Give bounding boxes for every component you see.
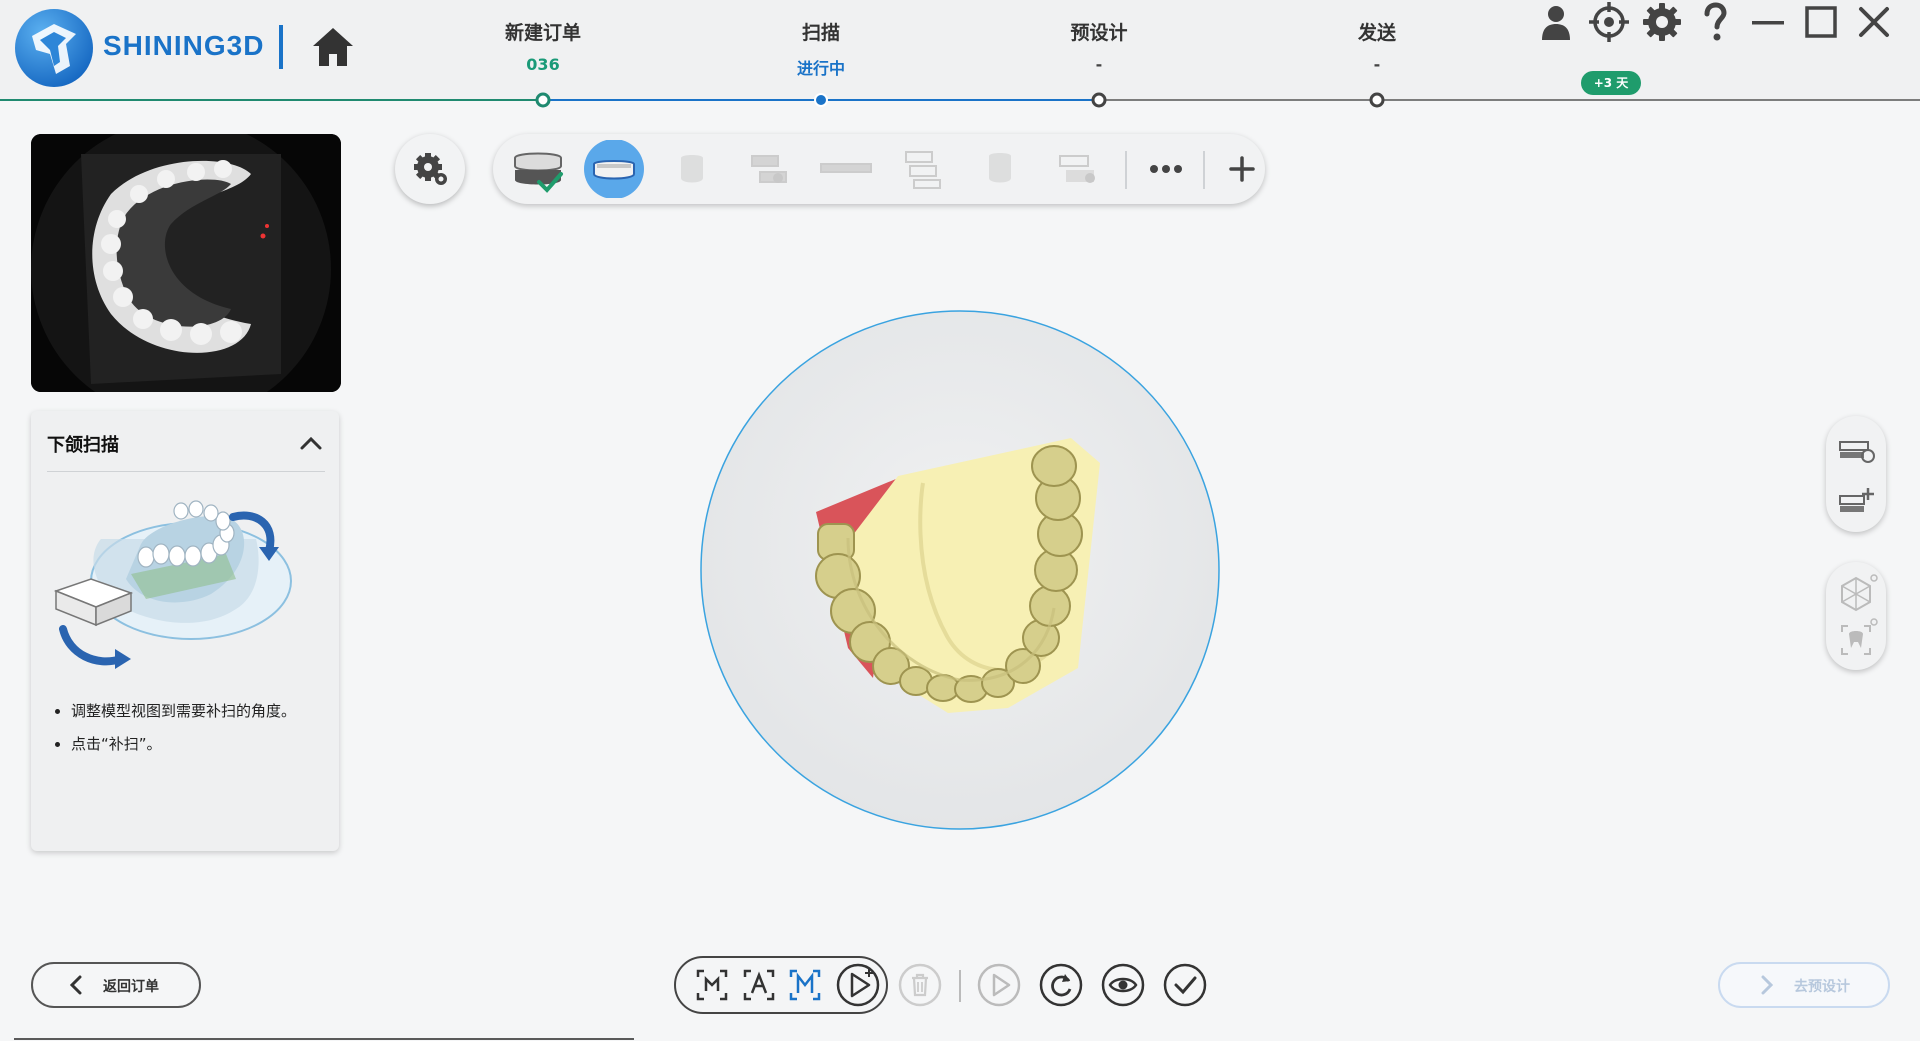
user-icon[interactable]: [1534, 0, 1578, 44]
step-predesign[interactable]: 预设计 -: [1019, 18, 1179, 74]
step-dot-pending: [1369, 92, 1385, 108]
step-label: 发送: [1357, 22, 1396, 44]
step-scan[interactable]: 扫描 进行中: [741, 18, 901, 79]
refresh-icon[interactable]: [1039, 963, 1083, 1007]
step-dot-active: [814, 93, 828, 107]
toolbar-divider: [1203, 151, 1205, 189]
chevron-up-icon[interactable]: [297, 429, 325, 457]
mesh-view-icon[interactable]: [1834, 572, 1878, 616]
chevron-right-icon: [1761, 975, 1774, 995]
step-label: 预设计: [1070, 22, 1128, 44]
camera-preview: [31, 134, 341, 392]
die-icon[interactable]: [969, 140, 1031, 198]
target-icon[interactable]: [1587, 0, 1631, 44]
home-icon[interactable]: [310, 24, 356, 70]
scan-rotation-illustration: [53, 500, 292, 669]
help-icon[interactable]: [1693, 0, 1737, 44]
step-order-number: 036: [526, 55, 560, 74]
shining3d-logo: [15, 9, 93, 87]
step-send[interactable]: 发送 -: [1297, 18, 1457, 74]
view-tools-group: [1826, 416, 1886, 532]
auto-a-mode-icon[interactable]: [737, 963, 781, 1007]
maximize-icon[interactable]: [1799, 0, 1843, 44]
workflow-progress: [0, 92, 1920, 108]
instruction-title: 下颌扫描: [47, 435, 119, 456]
brand-name: SHINING3D: [103, 30, 265, 61]
instruction-item: 点击“补扫”。: [71, 728, 361, 761]
start-scan-icon[interactable]: [836, 963, 880, 1007]
scan-settings-button[interactable]: [395, 134, 465, 204]
trim-tool-icon[interactable]: [1834, 428, 1878, 472]
step-label: 扫描: [801, 22, 840, 44]
step-status: -: [1373, 55, 1381, 74]
scan-type-toolbar: [493, 134, 1265, 204]
chevron-left-icon: [69, 975, 82, 995]
camera-preview-image: [31, 134, 341, 392]
add-icon[interactable]: [1211, 140, 1273, 198]
bite-alt-icon[interactable]: [892, 140, 954, 198]
eye-icon[interactable]: [1101, 963, 1145, 1007]
upper-jaw-done-icon[interactable]: [507, 140, 569, 198]
bottom-divider: [959, 970, 961, 1002]
next-button-label: 去预设计: [1794, 979, 1850, 995]
auto-mode-icon[interactable]: [690, 963, 734, 1007]
analysis-tools-group: [1826, 562, 1886, 670]
header-bar: SHINING3D 新建订单 036 扫描 进行中 预设计 - 发送 - +3 …: [0, 0, 1920, 100]
close-icon[interactable]: [1852, 0, 1896, 44]
toolbar-divider: [1125, 151, 1127, 189]
die-alt-icon[interactable]: [1046, 140, 1108, 198]
bite-icon[interactable]: [815, 140, 877, 198]
instruction-list: 调整模型视图到需要补扫的角度。 点击“补扫”。: [41, 695, 361, 761]
play-icon[interactable]: [977, 963, 1021, 1007]
back-button-label: 返回订单: [103, 979, 159, 995]
occlusion-icon[interactable]: [738, 140, 800, 198]
delete-icon[interactable]: [898, 963, 942, 1007]
instruction-item: 调整模型视图到需要补扫的角度。: [71, 695, 361, 728]
minimize-icon[interactable]: [1746, 0, 1790, 44]
step-label: 新建订单: [504, 22, 581, 44]
confirm-icon[interactable]: [1163, 963, 1207, 1007]
step-status: -: [1095, 55, 1103, 74]
scan-viewport[interactable]: [698, 308, 1222, 832]
go-to-predesign-button[interactable]: 去预设计: [1718, 962, 1890, 1008]
gear-icon[interactable]: [1640, 0, 1684, 44]
step-status: 进行中: [796, 59, 845, 78]
brand-divider: [279, 25, 283, 69]
manual-mode-icon[interactable]: [783, 963, 827, 1007]
instruction-card: 下颌扫描 调整模型视图到需要补扫的角度。 点击“补扫”。: [31, 411, 339, 851]
step-dot-pending: [1091, 92, 1107, 108]
back-to-order-button[interactable]: 返回订单: [31, 962, 201, 1008]
upper-icon[interactable]: [661, 140, 723, 198]
instruction-divider: [47, 471, 325, 472]
step-new-order[interactable]: 新建订单 036: [463, 18, 623, 74]
more-icon[interactable]: [1135, 140, 1197, 198]
bottom-rule: [14, 1038, 634, 1040]
lock-area-icon[interactable]: [1834, 478, 1878, 522]
step-dot-done: [535, 92, 551, 108]
tooth-analysis-icon[interactable]: [1834, 618, 1878, 662]
lower-jaw-active-icon[interactable]: [583, 140, 645, 198]
